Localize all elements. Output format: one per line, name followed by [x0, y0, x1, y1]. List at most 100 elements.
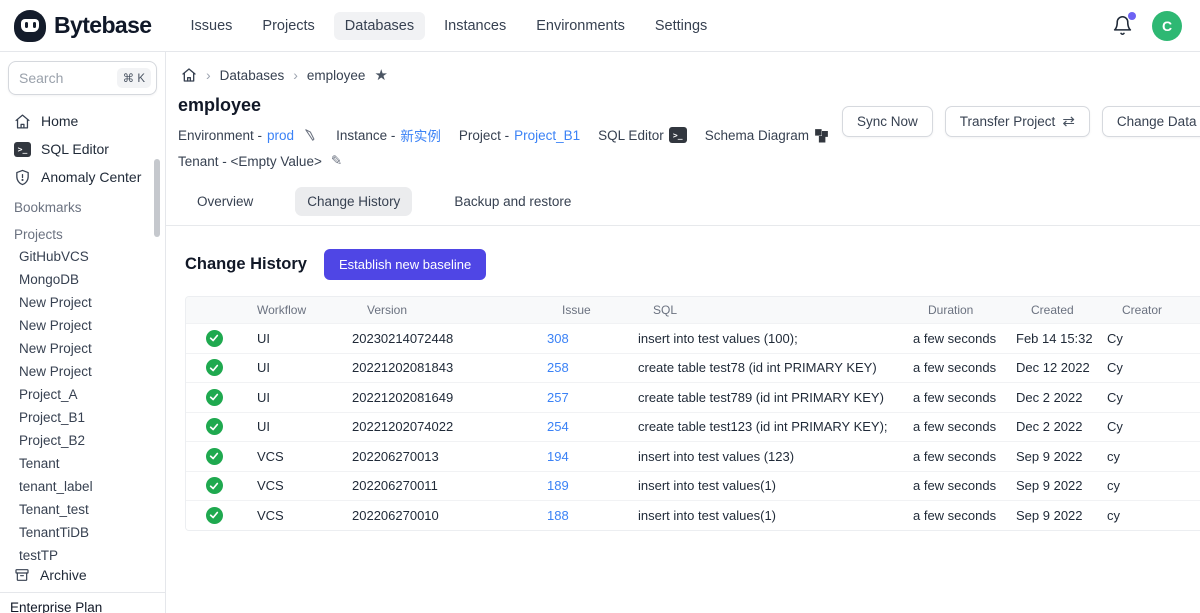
- search-box[interactable]: ⌘ K: [8, 61, 157, 95]
- bookmarks-section-label: Bookmarks: [0, 191, 165, 218]
- environment-link[interactable]: prod: [267, 128, 294, 143]
- sidebar-project-item[interactable]: New Project: [0, 360, 165, 383]
- creator-cell: cy: [1107, 478, 1200, 493]
- sidebar-project-item[interactable]: Project_A: [0, 383, 165, 406]
- sql-cell: create table test789 (id int PRIMARY KEY…: [638, 390, 913, 405]
- schema-diagram-shortcut[interactable]: Schema Diagram: [705, 128, 829, 143]
- change-data-button[interactable]: Change Data: [1102, 106, 1200, 137]
- tab[interactable]: Overview: [185, 187, 265, 216]
- sidebar-project-item[interactable]: tenant_label: [0, 475, 165, 498]
- issue-link[interactable]: 189: [547, 478, 569, 493]
- page-actions: Sync Now Transfer Project ⇄ Change Data …: [842, 106, 1200, 137]
- sidebar-project-item[interactable]: New Project: [0, 314, 165, 337]
- sql-cell: insert into test values (100);: [638, 331, 913, 346]
- home-icon[interactable]: [181, 67, 197, 83]
- tab[interactable]: Change History: [295, 187, 412, 216]
- sql-editor-shortcut[interactable]: SQL Editor >_: [598, 127, 687, 143]
- sync-now-button[interactable]: Sync Now: [842, 106, 933, 137]
- edit-pencil-icon[interactable]: ✎: [331, 153, 342, 169]
- topnav-item[interactable]: Databases: [334, 12, 425, 40]
- notification-bell-button[interactable]: [1112, 15, 1134, 37]
- topbar-right: C: [1112, 11, 1182, 41]
- sidebar-project-item[interactable]: New Project: [0, 291, 165, 314]
- sidebar-project-item[interactable]: Tenant_test: [0, 498, 165, 521]
- terminal-icon: >_: [14, 142, 31, 157]
- tab[interactable]: Backup and restore: [442, 187, 583, 216]
- table-row[interactable]: UI 20221202081843 258 create table test7…: [186, 353, 1200, 383]
- breadcrumb-databases[interactable]: Databases: [220, 68, 285, 83]
- sql-cell: insert into test values(1): [638, 478, 913, 493]
- breadcrumb: › Databases › employee ★: [181, 52, 1200, 93]
- topnav-item[interactable]: Environments: [525, 12, 636, 40]
- sidebar-item-label: Archive: [40, 567, 87, 583]
- issue-link[interactable]: 188: [547, 508, 569, 523]
- created-cell: Sep 9 2022: [1016, 449, 1107, 464]
- table-row[interactable]: VCS 202206270010 188 insert into test va…: [186, 500, 1200, 530]
- workflow-cell: UI: [242, 390, 352, 405]
- topnav-item[interactable]: Instances: [433, 12, 517, 40]
- schema-diagram-icon: [814, 128, 829, 143]
- edit-pen-icon[interactable]: [304, 128, 318, 142]
- table-row[interactable]: VCS 202206270011 189 insert into test va…: [186, 471, 1200, 501]
- table-row[interactable]: UI 20221202081649 257 create table test7…: [186, 382, 1200, 412]
- bytebase-logo-icon: [14, 10, 46, 42]
- brand[interactable]: Bytebase: [14, 10, 151, 42]
- created-cell: Dec 2 2022: [1016, 419, 1107, 434]
- issue-link[interactable]: 194: [547, 449, 569, 464]
- issue-link[interactable]: 254: [547, 419, 569, 434]
- sidebar-project-item[interactable]: Tenant: [0, 452, 165, 475]
- sidebar-project-item[interactable]: GitHubVCS: [0, 245, 165, 268]
- table-row[interactable]: UI 20230214072448 308 insert into test v…: [186, 323, 1200, 353]
- workflow-cell: VCS: [242, 508, 352, 523]
- topnav-item[interactable]: Projects: [251, 12, 325, 40]
- success-check-icon: [206, 507, 223, 524]
- avatar[interactable]: C: [1152, 11, 1182, 41]
- project-label: Project -: [459, 128, 509, 143]
- success-check-icon: [206, 389, 223, 406]
- projects-section-label: Projects: [0, 218, 165, 245]
- success-check-icon: [206, 448, 223, 465]
- column-header: Created: [1016, 303, 1107, 317]
- sidebar-project-item[interactable]: MongoDB: [0, 268, 165, 291]
- column-header: SQL: [638, 303, 913, 317]
- instance-link[interactable]: 新实例: [400, 125, 441, 145]
- search-input[interactable]: [19, 70, 99, 86]
- sidebar-item-sql-editor[interactable]: >_ SQL Editor: [0, 135, 165, 163]
- table-header: WorkflowVersionIssueSQLDurationCreatedCr…: [186, 297, 1200, 323]
- creator-cell: Cy: [1107, 390, 1200, 405]
- archive-icon: [14, 567, 30, 583]
- topnav-item[interactable]: Settings: [644, 12, 718, 40]
- sidebar-item-archive[interactable]: Archive: [0, 560, 165, 592]
- sidebar-item-label: Home: [41, 113, 78, 129]
- table-row[interactable]: VCS 202206270013 194 insert into test va…: [186, 441, 1200, 471]
- sidebar-item-anomaly-center[interactable]: Anomaly Center: [0, 163, 165, 191]
- transfer-project-button[interactable]: Transfer Project ⇄: [945, 106, 1090, 137]
- column-header: Workflow: [242, 303, 352, 317]
- issue-link[interactable]: 257: [547, 390, 569, 405]
- shield-alert-icon: [14, 169, 31, 186]
- duration-cell: a few seconds: [913, 360, 1016, 375]
- notification-dot: [1128, 12, 1136, 20]
- column-header: Duration: [913, 303, 1016, 317]
- breadcrumb-employee[interactable]: employee: [307, 68, 366, 83]
- sidebar-project-item[interactable]: Project_B2: [0, 429, 165, 452]
- version-cell: 20221202081843: [352, 360, 547, 375]
- top-bar: Bytebase Issues Projects Databases Instance…: [0, 0, 1200, 52]
- workflow-cell: UI: [242, 360, 352, 375]
- sidebar-project-item[interactable]: New Project: [0, 337, 165, 360]
- issue-link[interactable]: 258: [547, 360, 569, 375]
- sidebar-project-item[interactable]: TenantTiDB: [0, 521, 165, 544]
- topnav-item[interactable]: Issues: [179, 12, 243, 40]
- sidebar-item-home[interactable]: Home: [0, 107, 165, 135]
- column-header: Creator: [1107, 303, 1200, 317]
- table-row[interactable]: UI 20221202074022 254 create table test1…: [186, 412, 1200, 442]
- project-link[interactable]: Project_B1: [514, 128, 580, 143]
- sidebar-project-item[interactable]: Project_B1: [0, 406, 165, 429]
- sql-cell: create table test78 (id int PRIMARY KEY): [638, 360, 913, 375]
- bookmark-star-icon[interactable]: ★: [374, 68, 387, 83]
- establish-baseline-button[interactable]: Establish new baseline: [324, 249, 486, 280]
- sidebar-scrollbar-thumb[interactable]: [154, 159, 160, 237]
- duration-cell: a few seconds: [913, 390, 1016, 405]
- issue-link[interactable]: 308: [547, 331, 569, 346]
- tenant-label: Tenant - <Empty Value>: [178, 154, 322, 169]
